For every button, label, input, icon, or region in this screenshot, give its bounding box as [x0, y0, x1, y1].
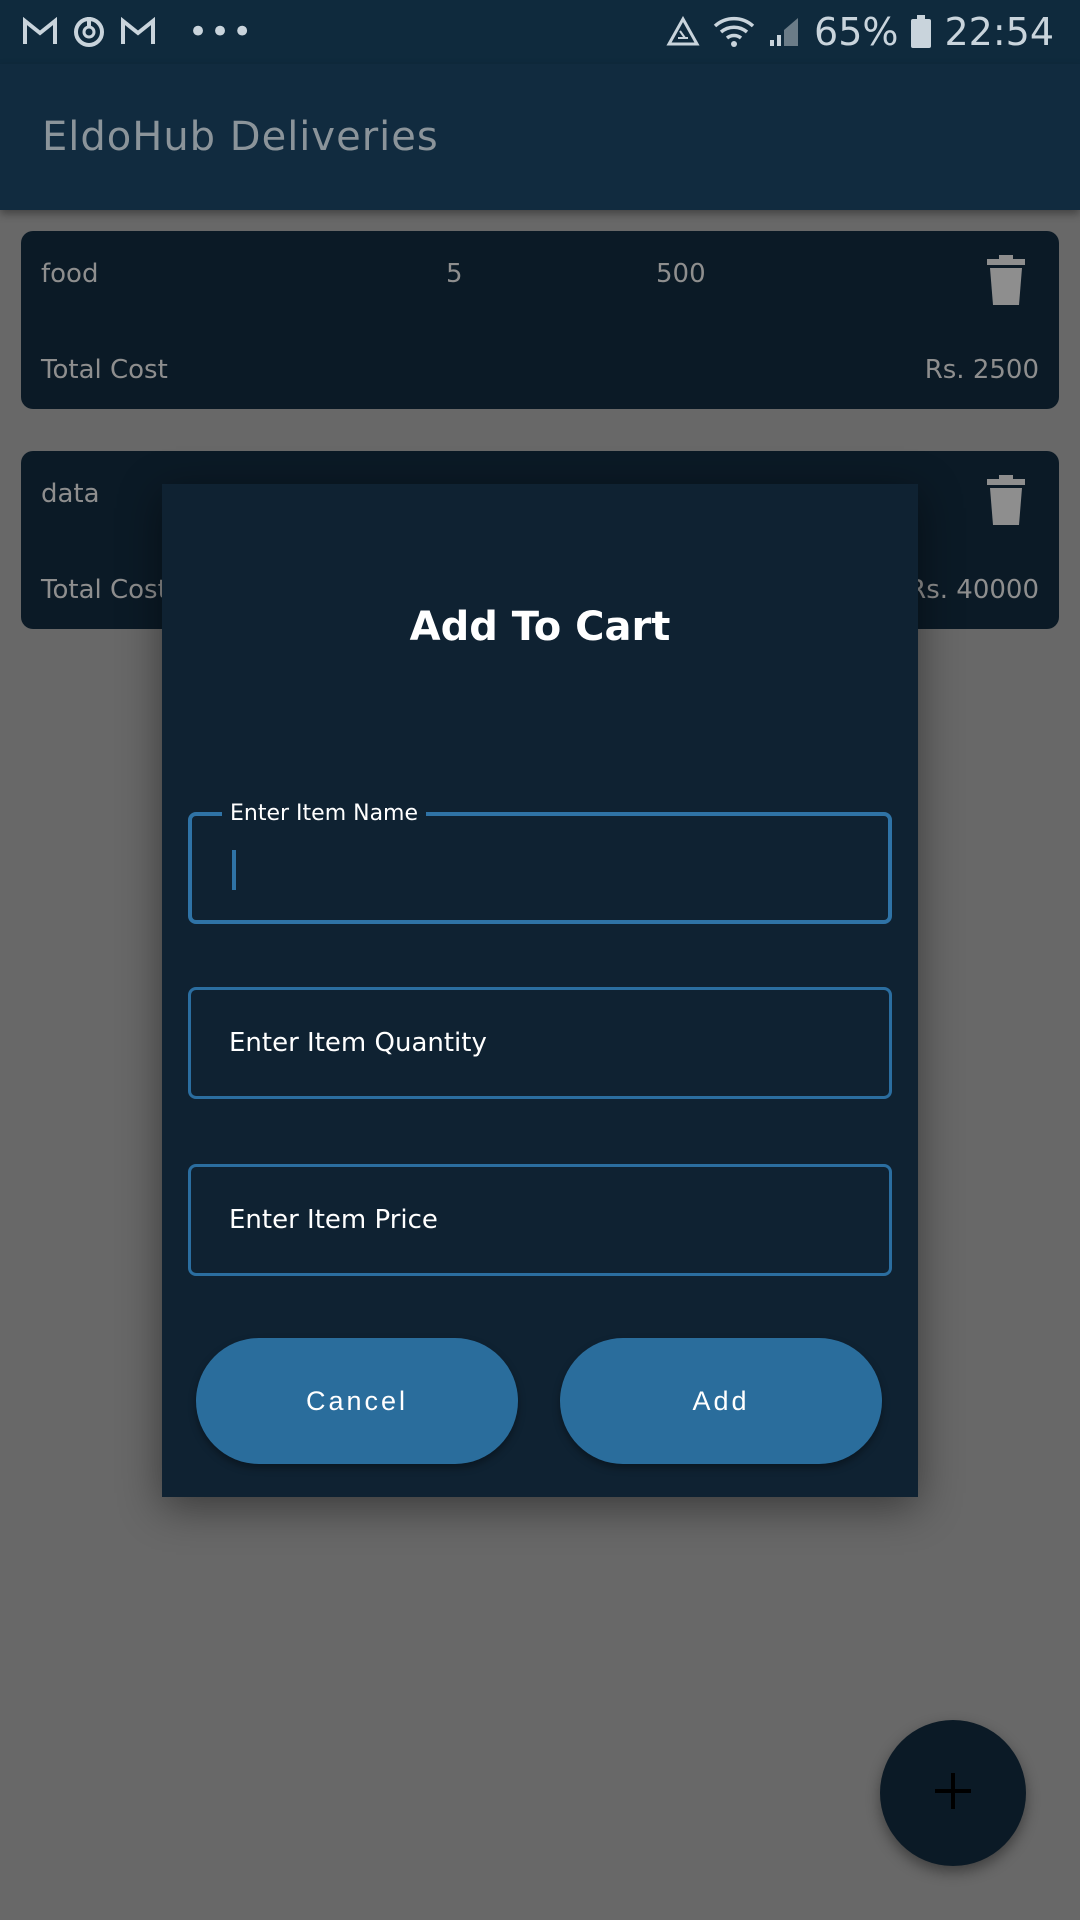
item-quantity-placeholder: Enter Item Quantity: [229, 1028, 487, 1058]
item-price-placeholder: Enter Item Price: [229, 1205, 438, 1235]
item-name-field[interactable]: Enter Item Name: [188, 800, 892, 924]
item-quantity-field[interactable]: Enter Item Quantity: [188, 987, 892, 1099]
add-to-cart-dialog: Add To Cart Enter Item Name Enter Item Q…: [162, 484, 918, 1497]
item-name-label: Enter Item Name: [222, 800, 427, 828]
text-cursor: [232, 850, 236, 890]
add-button[interactable]: Add: [560, 1338, 882, 1464]
cancel-button[interactable]: Cancel: [196, 1338, 518, 1464]
item-price-field[interactable]: Enter Item Price: [188, 1164, 892, 1276]
dialog-title: Add To Cart: [409, 604, 671, 650]
